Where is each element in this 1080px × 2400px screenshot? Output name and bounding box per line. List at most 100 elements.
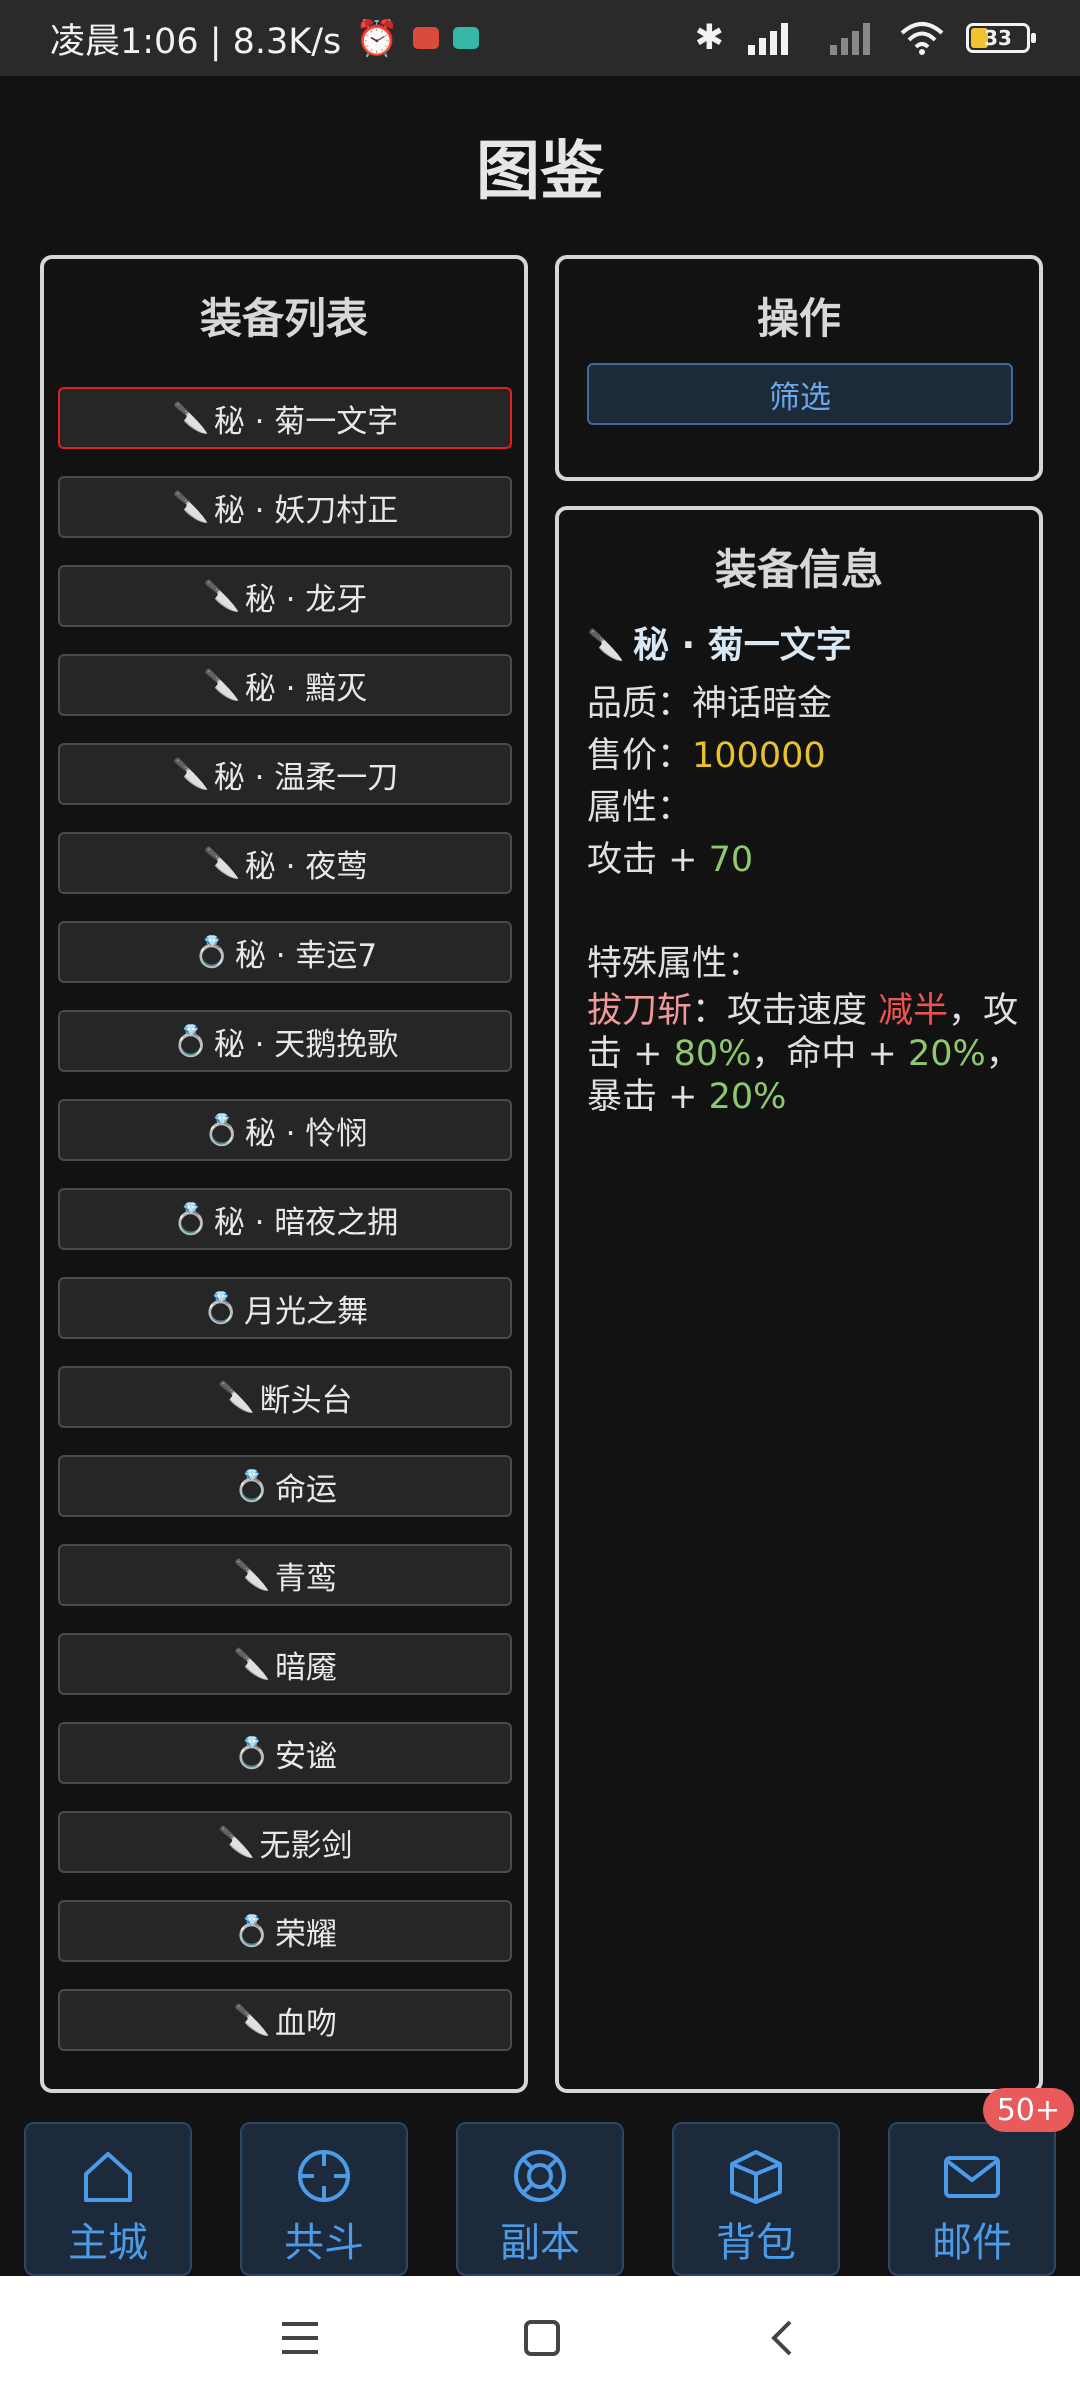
status-time: 凌晨1:06 | 8.3K/s [50,21,342,62]
equipment-item-label: 秘 · 夜莺 [244,848,368,885]
home-square-icon[interactable] [522,2318,562,2358]
equipment-item-label: 秘 · 怜悯 [244,1115,368,1152]
equipment-item[interactable]: 💍 荣耀 [58,1900,512,1962]
knife-icon: 🔪 [172,756,210,792]
ring-icon: 💍 [203,1112,241,1148]
equipment-name: 秘 · 菊一文字 [633,625,852,666]
equipment-item-label: 荣耀 [275,1916,337,1953]
nav-coop-battle[interactable]: 共斗 [240,2122,408,2276]
skill-name: 拔刀斩 [587,991,693,1031]
knife-icon: 🔪 [203,845,241,881]
equipment-item-label: 命运 [275,1471,337,1508]
nav-mail[interactable]: 邮件 50+ [888,2088,1074,2276]
knife-icon: 🔪 [233,1646,271,1682]
quality-value: 神话暗金 [692,684,833,724]
ring-icon: 💍 [172,1023,210,1059]
bottom-nav: 主城 共斗 副本 背包 邮件 50+ [24,2088,1074,2276]
skill-text-3: ，命中 + [751,1034,908,1074]
equipment-item[interactable]: 💍 安谧 [58,1722,512,1784]
nav-mail-label: 邮件 [932,2220,1012,2266]
price-row: 售价：100000 [587,730,1027,782]
equipment-item-label: 秘 · 菊一文字 [213,403,399,440]
equipment-item[interactable]: 💍 秘 · 暗夜之拥 [58,1188,512,1250]
skill-attack-value: 80% [673,1034,752,1074]
equipment-name-row: 🔪 秘 · 菊一文字 [587,620,1027,672]
equipment-item[interactable]: 🔪 秘 · 黯灭 [58,654,512,716]
equipment-item[interactable]: 🔪 血吻 [58,1989,512,2051]
home-icon [84,2152,132,2202]
knife-icon: 🔪 [217,1379,256,1415]
equipment-item-label: 秘 · 天鹅挽歌 [213,1026,399,1063]
equipment-item[interactable]: 🔪 秘 · 夜莺 [58,832,512,894]
attack-label: 攻击 + [587,840,709,880]
equipment-item-label: 秘 · 黯灭 [244,670,368,707]
equipment-item[interactable]: 💍 秘 · 怜悯 [58,1099,512,1161]
equipment-item[interactable]: 🔪 断头台 [58,1366,512,1428]
equipment-item[interactable]: 🔪 暗魇 [58,1633,512,1695]
knife-icon: 🔪 [172,400,210,436]
equipment-item-label: 青鸾 [275,1560,337,1597]
status-right: ✱ 33 [694,18,1036,58]
crosshair-icon [298,2150,350,2202]
menu-icon[interactable] [278,2318,322,2358]
filter-button[interactable]: 筛选 [587,363,1013,425]
knife-icon: 🔪 [217,1824,256,1860]
equipment-item[interactable]: 🔪 秘 · 菊一文字 [58,387,512,449]
knife-icon: 🔪 [587,628,625,663]
box-icon [730,2150,782,2204]
knife-icon: 🔪 [203,667,241,703]
mail-icon [944,2156,1000,2198]
equipment-item[interactable]: 💍 秘 · 天鹅挽歌 [58,1010,512,1072]
nav-main-city[interactable]: 主城 [24,2122,192,2276]
equipment-item-label: 月光之舞 [244,1293,368,1330]
equipment-item-label: 秘 · 幸运7 [234,937,378,974]
price-label: 售价： [587,736,693,776]
attack-row: 攻击 + 70 [587,834,1027,886]
battery-icon: 33 [966,23,1036,53]
equipment-item[interactable]: 💍 秘 · 幸运7 [58,921,512,983]
alarm-icon: ⏰ [355,18,399,59]
equipment-item-label: 暗魇 [275,1649,337,1686]
knife-icon: 🔪 [172,489,210,525]
nav-dungeon-label: 副本 [500,2220,580,2266]
equipment-item[interactable]: 🔪 青鸾 [58,1544,512,1606]
special-attribute-text: 拔刀斩：攻击速度 减半，攻击 + 80%，命中 + 20%，暴击 + 20% [587,990,1027,1119]
equipment-item-label: 秘 · 龙牙 [244,581,368,618]
signal-icon-2 [830,23,870,55]
equipment-info-panel: 装备信息 🔪 秘 · 菊一文字 品质：神话暗金 售价：100000 属性： 攻击… [555,506,1043,2093]
back-icon[interactable] [762,2318,802,2358]
knife-icon: 🔪 [233,2002,271,2038]
ring-icon: 💍 [233,1735,271,1771]
special-attribute-label: 特殊属性： [587,944,763,984]
page-title: 图鉴 [476,135,604,209]
quality-row: 品质：神话暗金 [587,678,1027,730]
equipment-item-label: 断头台 [259,1382,353,1419]
status-bar: 凌晨1:06 | 8.3K/s ⏰ ✱ 33 [0,0,1080,76]
skill-hit-value: 20% [907,1034,986,1074]
knife-icon: 🔪 [233,1557,271,1593]
signal-icon [748,23,788,55]
wifi-icon [900,22,944,55]
equipment-item[interactable]: 💍 命运 [58,1455,512,1517]
equipment-item[interactable]: 🔪 秘 · 妖刀村正 [58,476,512,538]
equipment-item[interactable]: 🔪 秘 · 龙牙 [58,565,512,627]
equipment-item[interactable]: 💍 月光之舞 [58,1277,512,1339]
lifebuoy-icon [514,2150,566,2202]
price-value: 100000 [692,736,826,776]
equipment-info-body: 🔪 秘 · 菊一文字 品质：神话暗金 售价：100000 属性： 攻击 + 70… [587,620,1027,1119]
skill-crit-value: 20% [708,1077,787,1117]
attack-value: 70 [708,840,754,880]
bluetooth-icon: ✱ [694,18,724,58]
app-notification-icon [412,27,439,49]
equipment-item-label: 无影剑 [259,1827,353,1864]
equipment-item-label: 秘 · 暗夜之拥 [213,1204,399,1241]
knife-icon: 🔪 [203,578,241,614]
equipment-item[interactable]: 🔪 无影剑 [58,1811,512,1873]
nav-backpack[interactable]: 背包 [672,2122,840,2276]
status-left: 凌晨1:06 | 8.3K/s ⏰ [50,13,479,64]
ring-icon: 💍 [233,1468,271,1504]
nav-dungeon[interactable]: 副本 [456,2122,624,2276]
equipment-item[interactable]: 🔪 秘 · 温柔一刀 [58,743,512,805]
ring-icon: 💍 [193,934,231,970]
ring-icon: 💍 [233,1913,271,1949]
